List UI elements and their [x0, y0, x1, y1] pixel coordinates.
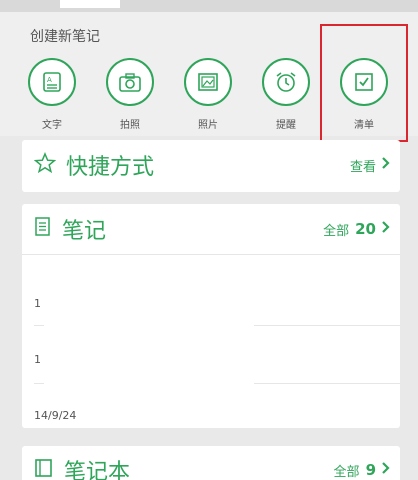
notes-all-link[interactable]: 全部 20: [323, 220, 390, 239]
list-item[interactable]: 1: [34, 353, 41, 366]
notebooks-card[interactable]: 笔记本 全部 9: [22, 446, 400, 480]
chevron-right-icon: [382, 221, 390, 237]
create-reminder-button[interactable]: 提醒: [256, 58, 316, 138]
notes-card: 笔记 全部 20 1 1 14/9/24: [22, 204, 400, 428]
list-item[interactable]: 1: [34, 297, 41, 310]
highlight-box: [320, 24, 408, 142]
list-item[interactable]: 14/9/24: [34, 409, 76, 422]
svg-text:A: A: [47, 76, 52, 84]
camera-icon: [106, 58, 154, 106]
notes-count: 20: [355, 220, 376, 238]
create-camera-label: 拍照: [120, 120, 140, 131]
create-note-title: 创建新笔记: [30, 29, 100, 45]
notes-all-label: 全部: [323, 223, 350, 239]
top-bar: [0, 0, 418, 12]
create-photo-button[interactable]: 照片: [178, 58, 238, 138]
alarm-clock-icon: [262, 58, 310, 106]
shortcuts-title: 快捷方式: [66, 155, 155, 180]
notebooks-count: 9: [365, 461, 376, 479]
notebook-icon: [34, 458, 54, 480]
note-icon: [34, 217, 52, 241]
redacted-area: [60, 0, 120, 8]
shortcuts-card[interactable]: 快捷方式 查看: [22, 140, 400, 192]
notebooks-title: 笔记本: [64, 460, 131, 480]
notes-title: 笔记: [62, 219, 107, 244]
photo-icon: [184, 58, 232, 106]
text-note-icon: A: [28, 58, 76, 106]
create-camera-button[interactable]: 拍照: [100, 58, 160, 138]
create-photo-label: 照片: [198, 120, 218, 131]
create-text-label: 文字: [42, 120, 62, 131]
star-icon: [33, 152, 57, 178]
create-text-button[interactable]: A 文字: [22, 58, 82, 138]
notebooks-all-label: 全部: [333, 464, 360, 480]
shortcuts-view-label: 查看: [349, 159, 376, 175]
chevron-right-icon: [382, 157, 390, 173]
shortcuts-view-link[interactable]: 查看: [350, 156, 390, 175]
chevron-right-icon: [382, 462, 390, 478]
redacted-area: [44, 267, 254, 407]
notes-list: 1 1 14/9/24: [22, 254, 400, 426]
notebooks-all-link[interactable]: 全部 9: [334, 461, 390, 480]
create-reminder-label: 提醒: [276, 120, 296, 131]
